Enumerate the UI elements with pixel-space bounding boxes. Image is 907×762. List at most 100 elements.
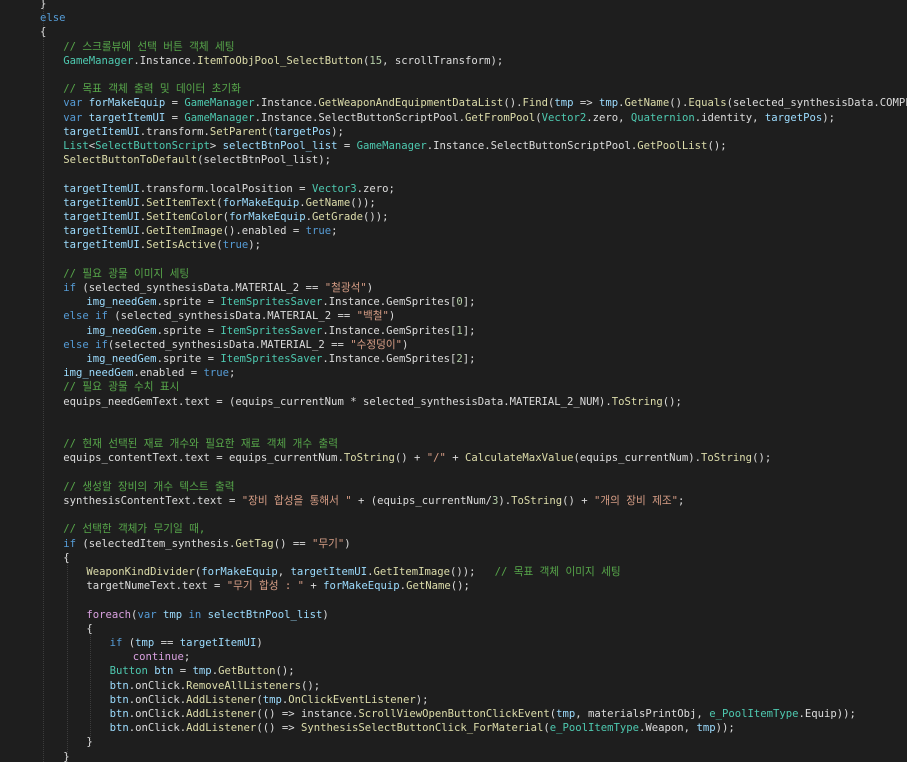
code-line[interactable]: if (selectedItem_synthesis.GetTag() == "… xyxy=(63,537,350,551)
code-line[interactable]: synthesisContentText.text = "장비 합성을 통해서 … xyxy=(63,494,684,508)
code-token: } xyxy=(63,750,70,762)
code-line[interactable]: continue; xyxy=(133,650,190,664)
code-line[interactable]: { xyxy=(63,551,69,565)
code-line[interactable]: img_needGem.enabled = true; xyxy=(63,366,235,380)
code-token: if xyxy=(109,637,123,649)
code-token: .Weapon, xyxy=(639,722,697,735)
code-token: ()); xyxy=(363,211,389,223)
code-token: == xyxy=(154,637,180,649)
code-token: // 스크롤뷰에 선택 버튼 객체 세팅 xyxy=(63,40,235,53)
code-token: (); xyxy=(707,140,727,152)
code-line[interactable]: if (selected_synthesisData.MATERIAL_2 ==… xyxy=(63,281,373,295)
code-token: (() => instance. xyxy=(256,708,359,720)
code-token: Vector2 xyxy=(541,111,587,124)
code-line[interactable]: foreach(var tmp in selectBtnPool_list) xyxy=(86,608,328,622)
code-line[interactable]: WeaponKindDivider(forMakeEquip, targetIt… xyxy=(86,565,620,579)
code-token: ) xyxy=(366,282,374,294)
code-line[interactable]: targetItemUI.GetItemImage().enabled = tr… xyxy=(63,224,337,238)
code-line[interactable]: SelectButtonToDefault(selectBtnPool_list… xyxy=(63,153,331,167)
code-line[interactable]: else if (selected_synthesisData.MATERIAL… xyxy=(63,309,395,323)
code-token: .enabled = xyxy=(133,367,204,380)
code-token: ) xyxy=(344,537,351,550)
code-line[interactable]: btn.onClick.RemoveAllListeners(); xyxy=(110,679,321,693)
code-token: tmp xyxy=(599,97,619,110)
code-token: AddListener xyxy=(186,722,257,735)
code-line[interactable]: // 선택한 객체가 무기일 때, xyxy=(63,522,205,536)
code-token: btn xyxy=(109,693,129,706)
code-token: targetItemUI xyxy=(63,239,140,252)
code-token: ScrollViewOpenButtonClickEvent xyxy=(358,708,550,720)
code-line[interactable]: var forMakeEquip = GameManager.Instance.… xyxy=(63,96,907,110)
code-line[interactable]: targetNumeText.text = "무기 합성 : " + forMa… xyxy=(86,579,469,593)
code-token: (); xyxy=(752,452,772,465)
code-line[interactable]: GameManager.Instance.ItemToObjPool_Selec… xyxy=(63,54,503,68)
code-token: GetItemImage xyxy=(146,225,223,238)
code-line[interactable]: else if(selected_synthesisData.MATERIAL_… xyxy=(63,338,408,352)
code-token: ]; xyxy=(462,296,476,309)
code-line[interactable]: Button btn = tmp.GetButton(); xyxy=(110,664,295,678)
code-token: var xyxy=(63,97,89,110)
code-token: // 생성할 장비의 개수 텍스트 출력 xyxy=(63,480,235,493)
code-token: = xyxy=(337,140,357,152)
code-token: ().enabled = xyxy=(222,225,306,238)
code-line[interactable]: equips_needGemText.text = (equips_curren… xyxy=(63,395,682,409)
code-line[interactable]: { xyxy=(40,25,46,39)
code-token: // 선택한 객체가 무기일 때, xyxy=(63,523,206,536)
code-token: ]; xyxy=(462,324,476,337)
code-token: ) xyxy=(401,338,409,351)
code-line[interactable]: btn.onClick.AddListener(() => instance.S… xyxy=(110,707,856,721)
code-editor[interactable]: } else{// 스크롤뷰에 선택 버튼 객체 세팅 GameManager.In… xyxy=(0,0,907,762)
code-line[interactable]: targetItemUI.SetItemText(forMakeEquip.Ge… xyxy=(63,196,376,210)
code-token: GetName xyxy=(624,97,670,110)
code-line[interactable]: // 현재 선택된 재료 개수와 필요한 재료 객체 개수 출력 xyxy=(63,437,338,451)
code-line[interactable]: // 생성할 장비의 개수 텍스트 출력 xyxy=(63,480,234,494)
code-line[interactable]: // 스크롤뷰에 선택 버튼 객체 세팅 xyxy=(63,40,234,54)
code-token: (selected_synthesisData.MATERIAL_2 == xyxy=(107,338,351,351)
code-token: .Instance.GemSprites[ xyxy=(322,353,457,365)
code-token: Vector3 xyxy=(311,182,357,195)
code-line[interactable]: } xyxy=(40,0,46,11)
code-line[interactable]: img_needGem.sprite = ItemSpritesSaver.In… xyxy=(86,295,475,309)
code-token: tmp xyxy=(162,608,183,621)
code-token: { xyxy=(63,551,70,564)
code-line[interactable]: btn.onClick.AddListener(tmp.OnClickEvent… xyxy=(110,693,429,707)
code-line[interactable]: targetItemUI.SetItemColor(forMakeEquip.G… xyxy=(63,210,388,224)
code-line[interactable]: // 필요 광물 수치 표시 xyxy=(63,380,179,394)
code-line[interactable]: var targetItemUI = GameManager.Instance.… xyxy=(63,111,835,125)
code-token: tmp xyxy=(135,637,155,649)
code-token: e_PoolItemType xyxy=(709,708,799,720)
code-token: targetItemUI xyxy=(63,182,140,195)
code-line[interactable]: btn.onClick.AddListener(() => SynthesisS… xyxy=(110,721,735,735)
code-line[interactable]: List<SelectButtonScript> selectBtnPool_l… xyxy=(63,139,726,153)
code-token: forMakeEquip xyxy=(222,196,300,209)
code-line[interactable]: img_needGem.sprite = ItemSpritesSaver.In… xyxy=(86,324,475,338)
code-line[interactable]: targetItemUI.transform.SetParent(targetP… xyxy=(63,125,344,139)
code-line[interactable]: if (tmp == targetItemUI) xyxy=(110,636,263,650)
code-line[interactable]: } xyxy=(86,735,92,749)
code-token: .sprite = xyxy=(156,296,221,309)
code-token: else xyxy=(40,12,66,25)
code-token: targetPos xyxy=(764,111,823,124)
code-token: GetTag xyxy=(235,537,274,550)
code-token: tmp xyxy=(554,97,574,110)
code-line[interactable]: targetItemUI.transform.localPosition = V… xyxy=(63,182,395,196)
code-line[interactable]: equips_contentText.text = equips_current… xyxy=(63,451,771,465)
code-token: ( xyxy=(122,637,136,649)
code-token: e_PoolItemType xyxy=(549,722,640,735)
code-token: "철광석" xyxy=(324,282,367,294)
code-token: ) xyxy=(322,608,329,621)
code-line[interactable]: // 필요 광물 이미지 세팅 xyxy=(63,267,189,281)
code-token: img_needGem xyxy=(86,296,157,309)
code-token: else if xyxy=(63,338,108,351)
code-line[interactable]: img_needGem.sprite = ItemSpritesSaver.In… xyxy=(86,352,475,366)
code-line[interactable]: } xyxy=(63,750,69,762)
code-token: => xyxy=(573,97,600,110)
code-token: "백철" xyxy=(356,310,389,323)
code-token: GameManager xyxy=(356,140,427,152)
code-line[interactable]: { xyxy=(86,622,92,636)
code-token: ToString xyxy=(701,452,753,465)
code-token: (() => xyxy=(256,722,301,735)
code-line[interactable]: else xyxy=(40,11,66,25)
code-line[interactable]: targetItemUI.SetIsActive(true); xyxy=(63,238,261,252)
code-line[interactable]: // 목표 객체 출력 및 데이터 초기화 xyxy=(63,82,241,96)
